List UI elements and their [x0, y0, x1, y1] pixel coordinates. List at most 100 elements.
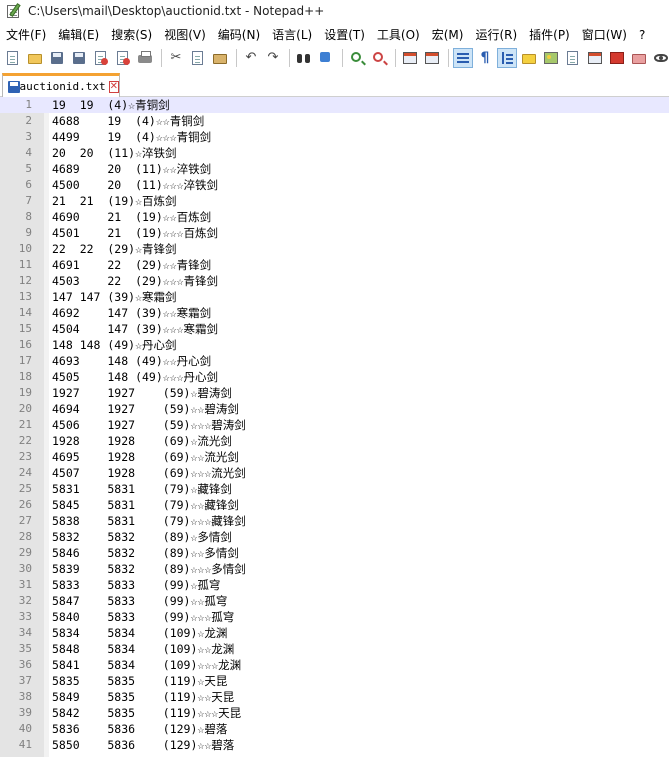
editor-line[interactable]: 8 4690 21 (19)☆☆百炼剑 [0, 209, 669, 225]
menu-macro[interactable]: 宏(M) [426, 24, 470, 46]
editor-line[interactable]: 24 4507 1928 (69)☆☆☆流光剑 [0, 465, 669, 481]
toolbar-separator [289, 49, 290, 67]
indent-guide-button[interactable] [497, 48, 517, 68]
line-text: 4505 148 (49)☆☆☆丹心剑 [52, 370, 219, 384]
menu-settings[interactable]: 设置(T) [318, 24, 371, 46]
open-file-button[interactable] [25, 48, 45, 68]
editor-line[interactable]: 13 147 147 (39)☆寒霜剑 [0, 289, 669, 305]
save-button[interactable] [47, 48, 67, 68]
zoom-out-button[interactable] [369, 48, 389, 68]
editor-line[interactable]: 35 5848 5834 (109)☆☆龙渊 [0, 641, 669, 657]
editor-line[interactable]: 15 4504 147 (39)☆☆☆寒霜剑 [0, 321, 669, 337]
menu-edit[interactable]: 编辑(E) [52, 24, 105, 46]
zoom-in-button[interactable] [347, 48, 367, 68]
sync-horizontal-button[interactable] [422, 48, 442, 68]
document-map-button[interactable] [541, 48, 561, 68]
menu-window[interactable]: 窗口(W) [576, 24, 633, 46]
folder-workspace-button[interactable] [607, 48, 627, 68]
editor-line[interactable]: 25 5831 5831 (79)☆藏锋剑 [0, 481, 669, 497]
menu-view[interactable]: 视图(V) [158, 24, 212, 46]
line-number: 23 [18, 450, 32, 463]
folder-workspace-icon [609, 50, 625, 66]
monitoring-button[interactable] [629, 48, 649, 68]
editor-line[interactable]: 5 4689 20 (11)☆☆淬铁剑 [0, 161, 669, 177]
editor-line[interactable]: 27 5838 5831 (79)☆☆☆藏锋剑 [0, 513, 669, 529]
editor-line[interactable]: 4 20 20 (11)☆淬铁剑 [0, 145, 669, 161]
editor-line[interactable]: 31 5833 5833 (99)☆孤穹 [0, 577, 669, 593]
editor-line[interactable]: 18 4505 148 (49)☆☆☆丹心剑 [0, 369, 669, 385]
line-text: 4692 147 (39)☆☆寒霜剑 [52, 306, 212, 320]
line-number: 19 [18, 386, 32, 399]
menu-help[interactable]: ? [633, 24, 651, 46]
show-all-characters-button[interactable]: ¶ [475, 48, 495, 68]
editor-line[interactable]: 19 1927 1927 (59)☆碧涛剑 [0, 385, 669, 401]
editor-line[interactable]: 14 4692 147 (39)☆☆寒霜剑 [0, 305, 669, 321]
editor-line[interactable]: 2 4688 19 (4)☆☆青铜剑 [0, 113, 669, 129]
toolbar-separator [342, 49, 343, 67]
menu-run[interactable]: 运行(R) [469, 24, 523, 46]
word-wrap-button[interactable] [453, 48, 473, 68]
editor-line[interactable]: 29 5846 5832 (89)☆☆多情剑 [0, 545, 669, 561]
copy-button[interactable] [188, 48, 208, 68]
menu-file[interactable]: 文件(F) [0, 24, 52, 46]
tab-auctionid[interactable]: auctionid.txt ✕ [2, 73, 120, 97]
editor-line[interactable]: 38 5849 5835 (119)☆☆天昆 [0, 689, 669, 705]
editor-line[interactable]: 9 4501 21 (19)☆☆☆百炼剑 [0, 225, 669, 241]
menu-search[interactable]: 搜索(S) [105, 24, 158, 46]
line-number: 34 [18, 626, 32, 639]
editor-line[interactable]: 1 19 19 (4)☆青铜剑 [0, 97, 669, 113]
editor-line[interactable]: 39 5842 5835 (119)☆☆☆天昆 [0, 705, 669, 721]
menu-language[interactable]: 语言(L) [266, 24, 318, 46]
cut-button[interactable]: ✂ [166, 48, 186, 68]
menu-plugins[interactable]: 插件(P) [523, 24, 576, 46]
editor-line[interactable]: 32 5847 5833 (99)☆☆孤穹 [0, 593, 669, 609]
editor-line[interactable]: 23 4695 1928 (69)☆☆流光剑 [0, 449, 669, 465]
editor-line[interactable]: 12 4503 22 (29)☆☆☆青锋剑 [0, 273, 669, 289]
sync-vertical-button[interactable] [400, 48, 420, 68]
line-text: 4507 1928 (69)☆☆☆流光剑 [52, 466, 246, 480]
line-number: 39 [18, 706, 32, 719]
editor-line[interactable]: 36 5841 5834 (109)☆☆☆龙渊 [0, 657, 669, 673]
editor-line[interactable]: 20 4694 1927 (59)☆☆碧涛剑 [0, 401, 669, 417]
editor-line[interactable]: 6 4500 20 (11)☆☆☆淬铁剑 [0, 177, 669, 193]
text-editor[interactable]: 1 19 19 (4)☆青铜剑 2 4688 19 (4)☆☆青铜剑 3 4499 19 … [0, 97, 669, 757]
editor-line[interactable]: 28 5832 5832 (89)☆多情剑 [0, 529, 669, 545]
replace-button[interactable] [316, 48, 336, 68]
editor-line[interactable]: 17 4693 148 (49)☆☆丹心剑 [0, 353, 669, 369]
line-text: 21 21 (19)☆百炼剑 [52, 194, 177, 208]
editor-line[interactable]: 41 5850 5836 (129)☆☆碧落 [0, 737, 669, 753]
editor-line[interactable]: 34 5834 5834 (109)☆龙渊 [0, 625, 669, 641]
line-text: 148 148 (49)☆丹心剑 [52, 338, 177, 352]
line-number: 17 [18, 354, 32, 367]
editor-line[interactable]: 11 4691 22 (29)☆☆青锋剑 [0, 257, 669, 273]
new-file-button[interactable] [3, 48, 23, 68]
editor-line[interactable]: 21 4506 1927 (59)☆☆☆碧涛剑 [0, 417, 669, 433]
editor-line[interactable]: 26 5845 5831 (79)☆☆藏锋剑 [0, 497, 669, 513]
tab-close-icon[interactable]: ✕ [108, 80, 119, 93]
close-all-button[interactable] [113, 48, 133, 68]
menu-tools[interactable]: 工具(O) [371, 24, 426, 46]
tab-label: auctionid.txt [19, 80, 106, 93]
menu-encoding[interactable]: 编码(N) [212, 24, 266, 46]
user-language-button[interactable] [519, 48, 539, 68]
editor-line[interactable]: 3 4499 19 (4)☆☆☆青铜剑 [0, 129, 669, 145]
editor-line[interactable]: 7 21 21 (19)☆百炼剑 [0, 193, 669, 209]
editor-line[interactable]: 16 148 148 (49)☆丹心剑 [0, 337, 669, 353]
editor-line[interactable]: 22 1928 1928 (69)☆流光剑 [0, 433, 669, 449]
print-button[interactable] [135, 48, 155, 68]
editor-line[interactable]: 10 22 22 (29)☆青锋剑 [0, 241, 669, 257]
save-all-button[interactable] [69, 48, 89, 68]
undo-button[interactable]: ↶ [241, 48, 261, 68]
paste-button[interactable] [210, 48, 230, 68]
line-text: 5832 5832 (89)☆多情剑 [52, 530, 232, 544]
editor-line[interactable]: 37 5835 5835 (119)☆天昆 [0, 673, 669, 689]
editor-line[interactable]: 30 5839 5832 (89)☆☆☆多情剑 [0, 561, 669, 577]
find-button[interactable] [294, 48, 314, 68]
function-list-button[interactable] [585, 48, 605, 68]
view-in-browser-button[interactable] [651, 48, 669, 68]
close-file-button[interactable] [91, 48, 111, 68]
editor-line[interactable]: 33 5840 5833 (99)☆☆☆孤穹 [0, 609, 669, 625]
document-list-button[interactable] [563, 48, 583, 68]
redo-button[interactable]: ↷ [263, 48, 283, 68]
editor-line[interactable]: 40 5836 5836 (129)☆碧落 [0, 721, 669, 737]
